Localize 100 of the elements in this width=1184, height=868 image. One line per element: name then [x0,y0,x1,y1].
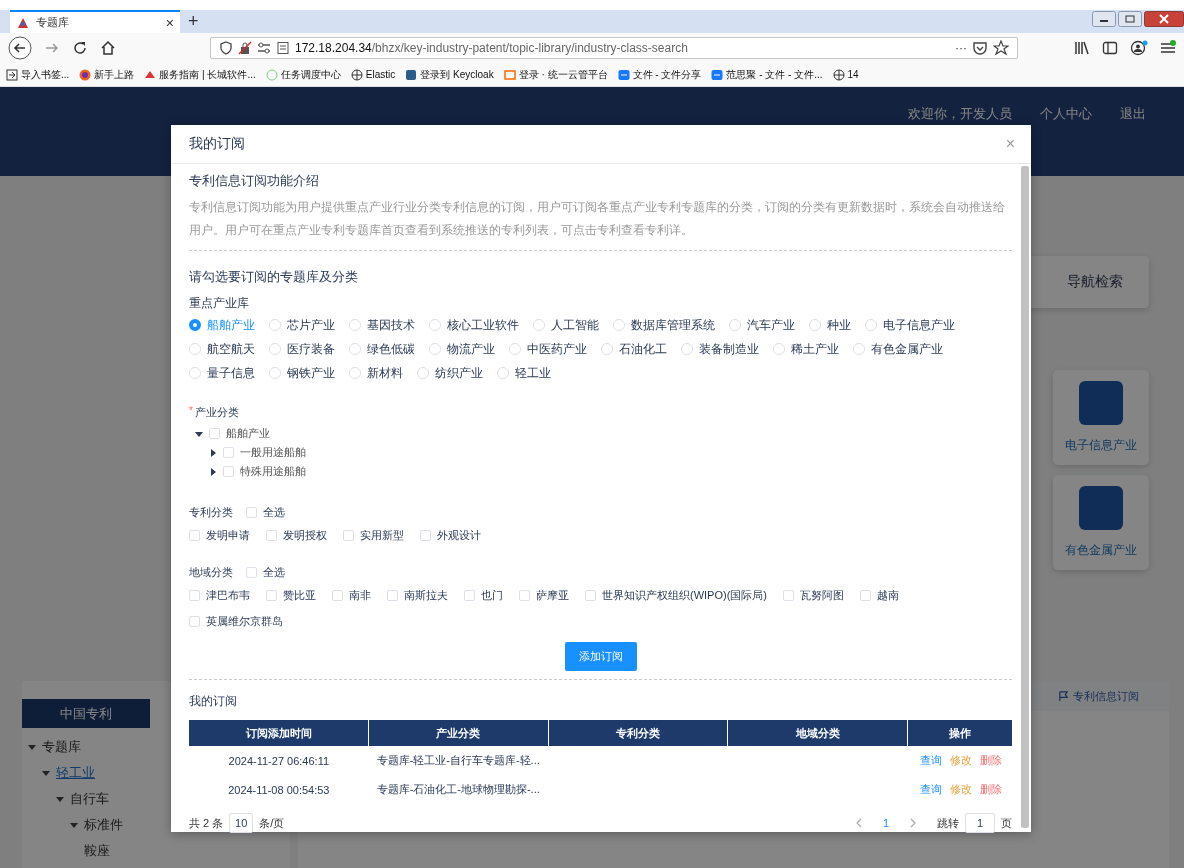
radio-label[interactable]: 石油化工 [619,340,667,358]
checkbox[interactable] [246,567,257,578]
bookmark-item[interactable]: 14 [832,68,859,81]
bookmark-item[interactable]: 任务调度中心 [265,67,341,82]
bookmark-item[interactable]: 导入书签... [6,67,70,82]
checkbox-label[interactable]: 瓦努阿图 [800,588,844,603]
menu-icon[interactable] [1160,40,1176,56]
url-text[interactable]: 172.18.204.34/bhzx/key-industry-patent/topic-library/industry-class-search [295,41,688,55]
star-icon[interactable] [993,40,1009,56]
next-page-icon[interactable] [909,818,917,828]
caret-icon[interactable] [209,448,217,457]
new-tab-button[interactable]: + [188,11,199,31]
checkbox-label[interactable]: 萨摩亚 [536,588,569,603]
previous-page-icon[interactable] [854,818,863,828]
checkbox-label[interactable]: 越南 [877,588,899,603]
bookmark-item[interactable]: 文件 - 文件分享 [617,67,702,82]
checkbox[interactable] [266,590,277,601]
radio-label[interactable]: 稀土产业 [791,340,839,358]
radio-label[interactable]: 有色金属产业 [871,340,943,358]
page-actions-button[interactable]: ··· [955,41,967,55]
checkbox[interactable] [189,530,200,541]
minimize-icon[interactable] [1092,11,1116,27]
checkbox-label[interactable]: 也门 [481,588,503,603]
scrollbar-thumb[interactable] [1021,166,1029,828]
bookmark-item[interactable]: 新手上路 [79,67,135,82]
shield-icon[interactable] [219,41,233,55]
permissions-icon[interactable] [257,41,271,55]
radio-label[interactable]: 航空航天 [207,340,255,358]
checkbox[interactable] [585,590,596,601]
checkbox[interactable] [223,466,234,477]
checkbox[interactable] [519,590,530,601]
checkbox-label[interactable]: 世界知识产权组织(WIPO)(国际局) [602,588,767,603]
account-icon[interactable] [1130,40,1148,56]
radio-label[interactable]: 芯片产业 [287,316,335,334]
sidebar-icon[interactable] [1102,40,1118,56]
radio-label[interactable]: 基因技术 [367,316,415,334]
pocket-icon[interactable] [972,40,988,56]
radio-button[interactable] [189,319,201,331]
caret-icon[interactable] [195,429,203,438]
radio-label[interactable]: 数据库管理系统 [631,316,715,334]
tree-item[interactable]: 专题库 [42,738,81,756]
page-jump-field[interactable]: 1 [965,813,995,833]
checkbox-label[interactable]: 发明授权 [283,528,327,543]
tree-item-label[interactable]: 一般用途船舶 [240,445,306,460]
radio-label[interactable]: 核心工业软件 [447,316,519,334]
radio-label[interactable]: 中医药产业 [527,340,587,358]
close-window-icon[interactable] [1144,11,1184,27]
checkbox[interactable] [783,590,794,601]
checkbox-label[interactable]: 英属维尔京群岛 [206,614,283,629]
checkbox[interactable] [246,507,257,518]
bookmark-item[interactable]: 范思聚 - 文件 - 文件... [711,67,823,82]
checkbox[interactable] [223,447,234,458]
header-link[interactable]: 退出 [1120,105,1146,123]
checkbox[interactable] [266,530,277,541]
tree-item-label[interactable]: 特殊用途船舶 [240,464,306,479]
checkbox-label[interactable]: 南非 [349,588,371,603]
library-icon[interactable] [1074,40,1090,56]
radio-label[interactable]: 量子信息 [207,364,255,382]
header-link[interactable]: 个人中心 [1040,105,1092,123]
subscribe-link[interactable]: 专利信息订阅 [1058,688,1139,704]
page-icon[interactable] [276,41,290,55]
close-tab-button[interactable]: × [165,14,174,31]
browser-tab[interactable]: 专题库 × [10,10,180,33]
tree-item[interactable]: 自行车 [70,790,109,808]
checkbox-label[interactable]: 南斯拉夫 [404,588,448,603]
radio-label[interactable]: 轻工业 [515,364,551,382]
insecure-lock-icon[interactable] [238,41,252,55]
checkbox[interactable] [189,616,200,627]
tree-item[interactable]: 标准件 [84,816,123,834]
bookmark-item[interactable]: 登录到 Keycloak [405,67,494,82]
back-icon[interactable] [8,36,32,60]
caret-icon[interactable] [209,467,217,476]
tree-item-label[interactable]: 船舶产业 [226,426,270,441]
radio-label[interactable]: 种业 [827,316,851,334]
address-bar[interactable]: 172.18.204.34/bhzx/key-industry-patent/topic-library/industry-class-search ··· [210,37,1018,59]
radio-label[interactable]: 电子信息产业 [883,316,955,334]
checkbox[interactable] [464,590,475,601]
checkbox-label[interactable]: 发明申请 [206,528,250,543]
bookmark-item[interactable]: 登录 · 统一云管平台 [503,67,608,82]
checkbox-label[interactable]: 全选 [263,565,285,580]
radio-label[interactable]: 汽车产业 [747,316,795,334]
radio-label[interactable]: 装备制造业 [699,340,759,358]
checkbox[interactable] [332,590,343,601]
sidebar-tab[interactable]: 中国专利 [22,699,150,728]
radio-label[interactable]: 纺织产业 [435,364,483,382]
checkbox[interactable] [420,530,431,541]
reload-icon[interactable] [72,40,88,56]
checkbox-label[interactable]: 实用新型 [360,528,404,543]
home-icon[interactable] [100,40,116,56]
radio-label[interactable]: 钢铁产业 [287,364,335,382]
bookmark-item[interactable]: Elastic [350,68,396,81]
checkbox-label[interactable]: 津巴布韦 [206,588,250,603]
tree-item[interactable]: 鞍座 [84,842,110,860]
radio-label[interactable]: 人工智能 [551,316,599,334]
checkbox-label[interactable]: 全选 [263,505,285,520]
radio-label[interactable]: 新材料 [367,364,403,382]
checkbox[interactable] [189,590,200,601]
radio-label[interactable]: 绿色低碳 [367,340,415,358]
checkbox[interactable] [209,428,220,439]
bookmark-item[interactable]: 服务指南 | 长城软件... [144,67,256,82]
